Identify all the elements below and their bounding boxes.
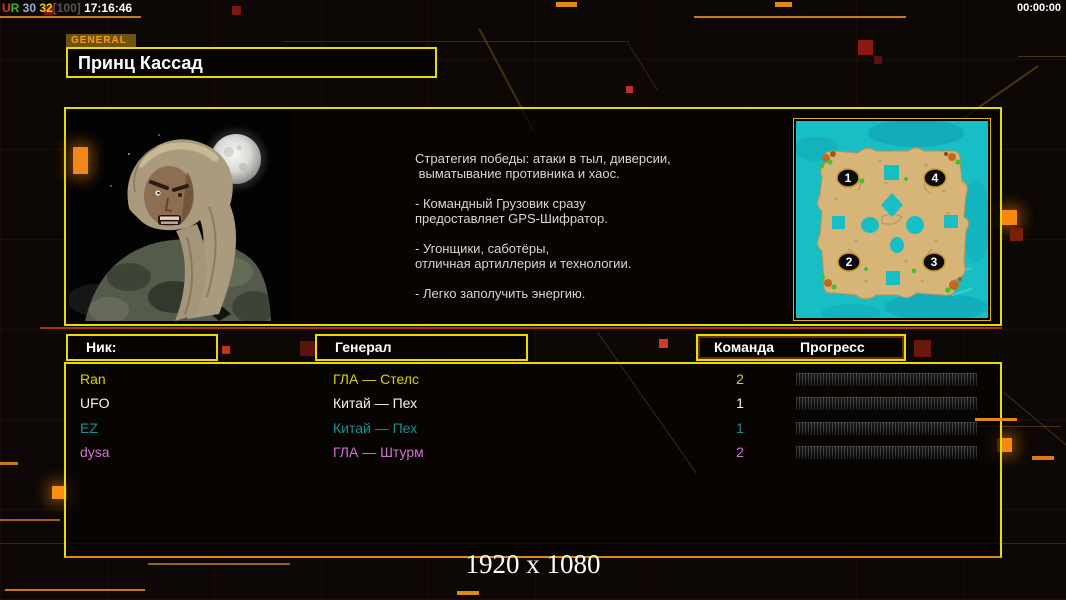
decor-square bbox=[914, 340, 931, 357]
start-position-3: 3 bbox=[931, 255, 938, 269]
general-name: Принц Кассад bbox=[68, 49, 435, 74]
decor-line bbox=[283, 41, 629, 42]
status-segment: U bbox=[2, 1, 11, 15]
decor-square bbox=[1010, 228, 1023, 241]
strategy-line: Стратегия победы: атаки в тыл, диверсии, bbox=[415, 151, 715, 166]
player-row: EZ Китай — Пех 1 bbox=[66, 417, 1000, 441]
debug-status-bar: UR 30 32[100] 17:16:46 bbox=[2, 1, 132, 15]
player-team: 1 bbox=[728, 420, 752, 436]
general-tab-label: GENERAL bbox=[66, 34, 136, 47]
status-segment: 32 bbox=[36, 1, 53, 15]
strategy-line: выматывание противника и хаос. bbox=[415, 166, 715, 181]
decor-dash bbox=[775, 2, 792, 7]
decor-line bbox=[975, 418, 1017, 421]
progress-bar bbox=[796, 373, 977, 386]
decor-dash bbox=[1032, 456, 1054, 460]
player-row: dysa ГЛА — Штурм 2 bbox=[66, 441, 1000, 465]
decor-dash bbox=[556, 2, 577, 7]
decor-square bbox=[300, 341, 315, 356]
strategy-line bbox=[415, 181, 715, 196]
progress-bar bbox=[796, 397, 977, 410]
decor-square bbox=[626, 86, 633, 93]
start-position-4: 4 bbox=[932, 171, 939, 185]
strategy-line: предоставляет GPS-Шифратор. bbox=[415, 211, 715, 226]
player-nick: EZ bbox=[80, 420, 98, 436]
decor-square bbox=[232, 6, 241, 15]
player-list-panel: Ran ГЛА — Стелс 2 UFO Китай — Пех 1 EZ К… bbox=[64, 362, 1002, 558]
decor-square bbox=[858, 40, 873, 55]
portrait-art bbox=[69, 112, 291, 321]
decor-line bbox=[0, 16, 141, 18]
strategy-line: - Командный Грузовик сразу bbox=[415, 196, 715, 211]
status-segment: 17:16:46 bbox=[81, 1, 132, 15]
player-nick: dysa bbox=[80, 444, 110, 460]
start-position-1: 1 bbox=[845, 171, 852, 185]
strategy-line: - Угонщики, саботёры, bbox=[415, 241, 715, 256]
player-team: 1 bbox=[728, 395, 752, 411]
decor-line bbox=[5, 589, 145, 591]
player-row: Ran ГЛА — Стелс 2 bbox=[66, 368, 1000, 392]
decor-line bbox=[40, 327, 1002, 329]
player-general: ГЛА — Стелс bbox=[333, 371, 419, 387]
decor-square bbox=[73, 147, 88, 174]
progress-column-header: Прогресс bbox=[800, 339, 865, 355]
progress-bar bbox=[796, 422, 977, 435]
team-column-header: Команда bbox=[714, 339, 774, 355]
loading-screen: UR 30 32[100] 17:16:46 00:00:00 GENERAL … bbox=[0, 0, 1066, 600]
player-nick: Ran bbox=[80, 371, 106, 387]
decor-square bbox=[1002, 210, 1017, 225]
player-nick: UFO bbox=[80, 395, 110, 411]
decor-square bbox=[659, 339, 668, 348]
strategy-line: - Легко заполучить энергию. bbox=[415, 286, 715, 301]
player-general: ГЛА — Штурм bbox=[333, 444, 424, 460]
status-segment: [100] bbox=[53, 1, 81, 15]
strategy-line bbox=[415, 226, 715, 241]
player-team: 2 bbox=[728, 371, 752, 387]
decor-diagonal bbox=[1003, 392, 1066, 452]
general-name-box: Принц Кассад bbox=[66, 47, 437, 78]
player-team: 2 bbox=[728, 444, 752, 460]
map-preview-art: 1 4 2 3 bbox=[796, 121, 988, 318]
resolution-label: 1920 x 1080 bbox=[0, 549, 1066, 580]
decor-dash bbox=[457, 591, 479, 595]
general-info-panel: Стратегия победы: атаки в тыл, диверсии,… bbox=[64, 107, 1002, 326]
strategy-description: Стратегия победы: атаки в тыл, диверсии,… bbox=[415, 151, 715, 301]
decor-dash bbox=[0, 462, 18, 465]
decor-line bbox=[1018, 56, 1066, 57]
decor-line bbox=[694, 16, 906, 18]
progress-bar bbox=[796, 446, 977, 459]
general-portrait bbox=[69, 112, 291, 321]
start-position-2: 2 bbox=[846, 255, 853, 269]
map-preview: 1 4 2 3 bbox=[793, 118, 991, 321]
decor-diagonal bbox=[627, 42, 658, 90]
player-row: UFO Китай — Пех 1 bbox=[66, 392, 1000, 416]
team-progress-column-header: Команда Прогресс bbox=[696, 334, 906, 361]
nick-column-header: Ник: bbox=[66, 334, 218, 361]
game-timer: 00:00:00 bbox=[1017, 2, 1061, 14]
player-general: Китай — Пех bbox=[333, 420, 417, 436]
strategy-line bbox=[415, 271, 715, 286]
general-column-header: Генерал bbox=[315, 334, 528, 361]
decor-line bbox=[0, 519, 60, 521]
strategy-line: отличная артиллерия и технологии. bbox=[415, 256, 715, 271]
decor-square bbox=[874, 56, 882, 64]
decor-square bbox=[222, 346, 230, 354]
player-general: Китай — Пех bbox=[333, 395, 417, 411]
status-segment: 30 bbox=[19, 1, 36, 15]
